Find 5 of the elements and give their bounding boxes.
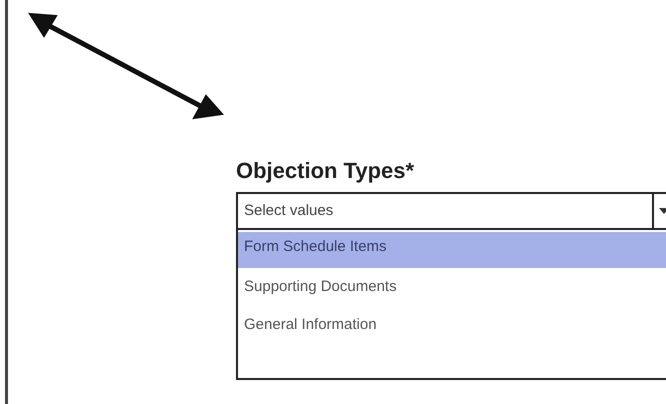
caret-icon xyxy=(659,208,666,214)
dropdown-option[interactable]: Form Schedule Items xyxy=(238,232,666,268)
field-label: Objection Types* xyxy=(236,160,416,182)
double-arrow-icon xyxy=(26,10,226,122)
select-field[interactable]: Select values xyxy=(236,192,666,230)
